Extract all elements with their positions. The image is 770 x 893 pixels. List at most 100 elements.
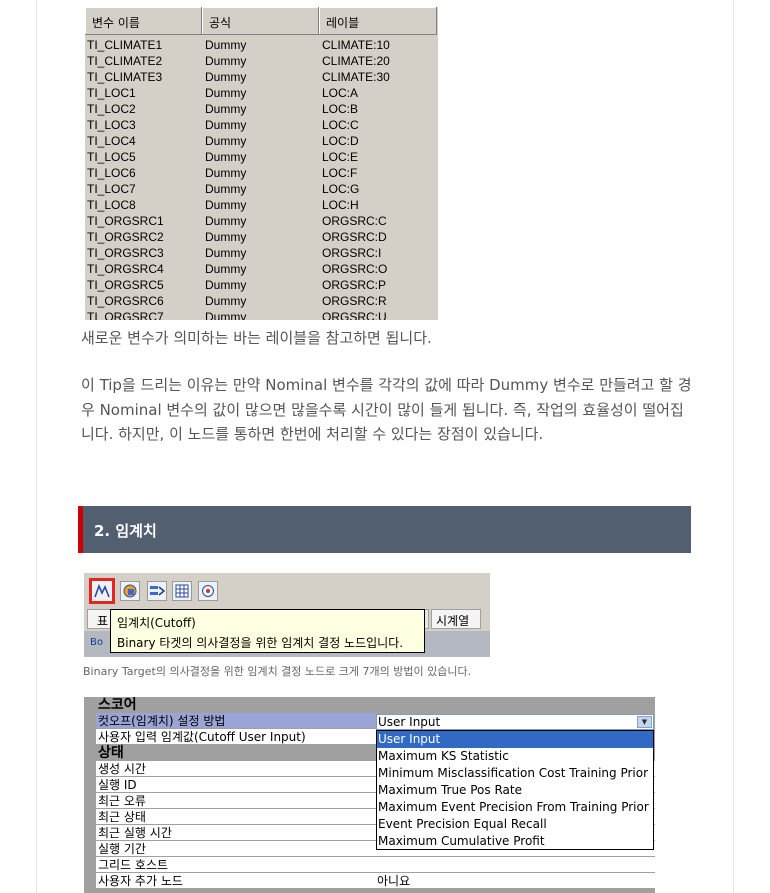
table-row[interactable]: TI_LOC6 Dummy LOC:F	[85, 165, 438, 181]
cell-variable-name: TI_ORGSRC4	[87, 262, 164, 276]
cell-formula: Dummy	[205, 294, 247, 308]
caption: Binary Target의 의사결정을 위한 임계치 결정 노드로 크게 7개…	[83, 665, 472, 678]
chart-icon[interactable]	[120, 581, 140, 601]
table-row[interactable]: TI_CLIMATE2 Dummy CLIMATE:20	[85, 53, 438, 69]
tab-timeseries[interactable]: 시계열	[431, 609, 481, 629]
section-heading: 2. 임계치	[78, 506, 691, 553]
paragraph-label-note: 새로운 변수가 의미하는 바는 레이블을 참고하면 됩니다.	[81, 329, 432, 347]
cutoff-method-select[interactable]: User Input ▼	[376, 714, 654, 730]
cell-label: ORGSRC:D	[322, 230, 387, 244]
cell-label: ORGSRC:U	[322, 310, 387, 320]
cell-label: ORGSRC:C	[322, 214, 387, 228]
chevron-down-icon[interactable]: ▼	[637, 716, 652, 728]
cell-variable-name: TI_ORGSRC7	[87, 310, 164, 320]
table-row[interactable]: TI_CLIMATE3 Dummy CLIMATE:30	[85, 69, 438, 85]
section-heading-text: 2. 임계치	[94, 522, 157, 540]
cell-formula: Dummy	[205, 230, 247, 244]
grid-icon[interactable]	[172, 581, 192, 601]
user-added-node-value: 아니요	[376, 873, 655, 888]
prop-row-user-added-node[interactable]: 사용자 추가 노드 아니요	[84, 873, 655, 889]
table-row[interactable]: TI_LOC2 Dummy LOC:B	[85, 101, 438, 117]
dropdown-option[interactable]: Event Precision Equal Recall	[377, 816, 653, 833]
table-row[interactable]: TI_ORGSRC4 Dummy ORGSRC:O	[85, 261, 438, 277]
run-duration-label: 실행 기간	[96, 841, 376, 856]
dropdown-option[interactable]: Maximum True Pos Rate	[377, 782, 653, 799]
cell-label: CLIMATE:10	[322, 38, 390, 52]
cell-label: LOC:F	[322, 166, 358, 180]
table-row[interactable]: TI_LOC4 Dummy LOC:D	[85, 133, 438, 149]
paragraph-tip-reason: 이 Tip을 드리는 이유는 만약 Nominal 변수를 각각의 값에 따라 …	[81, 376, 692, 443]
cell-formula: Dummy	[205, 54, 247, 68]
cell-formula: Dummy	[205, 166, 247, 180]
group-score-label: 스코어	[98, 697, 137, 713]
cell-formula: Dummy	[205, 38, 247, 52]
table-row[interactable]: TI_ORGSRC2 Dummy ORGSRC:D	[85, 229, 438, 245]
header-formula[interactable]: 공식	[202, 7, 319, 35]
cell-formula: Dummy	[205, 198, 247, 212]
cell-variable-name: TI_CLIMATE2	[87, 54, 163, 68]
cell-variable-name: TI_ORGSRC6	[87, 294, 164, 308]
created-time-label: 생성 시간	[96, 761, 376, 776]
prop-row-grid-host[interactable]: 그리드 호스트	[84, 857, 655, 873]
cell-variable-name: TI_CLIMATE1	[87, 38, 163, 52]
table-row[interactable]: TI_ORGSRC1 Dummy ORGSRC:C	[85, 213, 438, 229]
cell-variable-name: TI_LOC6	[87, 166, 136, 180]
table-row[interactable]: TI_ORGSRC6 Dummy ORGSRC:R	[85, 293, 438, 309]
cell-formula: Dummy	[205, 70, 247, 84]
table-row[interactable]: TI_ORGSRC3 Dummy ORGSRC:I	[85, 245, 438, 261]
header-label[interactable]: 레이블	[319, 7, 437, 35]
cell-variable-name: TI_LOC8	[87, 198, 136, 212]
cell-variable-name: TI_LOC1	[87, 86, 136, 100]
table-row[interactable]: TI_LOC1 Dummy LOC:A	[85, 85, 438, 101]
cell-variable-name: TI_LOC3	[87, 118, 136, 132]
cell-formula: Dummy	[205, 278, 247, 292]
cell-formula: Dummy	[205, 150, 247, 164]
tab-table[interactable]: 표	[87, 609, 111, 629]
cell-variable-name: TI_LOC2	[87, 102, 136, 116]
variable-table: 변수 이름 공식 레이블 TI_CLIMATE1 Dummy CLIMATE:10 T…	[84, 6, 438, 320]
cell-label: CLIMATE:20	[322, 54, 390, 68]
cutoff-method-options: User Input Maximum KS Statistic Minimum Mi…	[376, 730, 654, 850]
header-variable-name[interactable]: 변수 이름	[85, 7, 202, 35]
recent-status-label: 최근 상태	[96, 809, 376, 824]
cutoff-method-label: 컷오프(임계치) 설정 방법	[96, 713, 376, 728]
diagram-partial-label: Bo	[90, 637, 103, 648]
table-row[interactable]: TI_CLIMATE1 Dummy CLIMATE:10	[85, 37, 438, 53]
recent-error-label: 최근 오류	[96, 793, 376, 808]
dropdown-option[interactable]: User Input	[377, 731, 653, 748]
cell-formula: Dummy	[205, 118, 247, 132]
dropdown-option[interactable]: Maximum Cumulative Profit	[377, 833, 653, 850]
cell-variable-name: TI_LOC7	[87, 182, 136, 196]
cell-variable-name: TI_CLIMATE3	[87, 70, 163, 84]
cell-formula: Dummy	[205, 134, 247, 148]
cutoff-icon[interactable]	[89, 578, 115, 604]
table-row[interactable]: TI_LOC8 Dummy LOC:H	[85, 197, 438, 213]
cell-label: LOC:D	[322, 134, 359, 148]
transform-icon[interactable]	[147, 581, 167, 601]
cell-formula: Dummy	[205, 310, 247, 320]
dropdown-option[interactable]: Maximum KS Statistic	[377, 748, 653, 765]
cell-formula: Dummy	[205, 86, 247, 100]
tooltip-description: Binary 타겟의 의사결정을 위한 임계치 결정 노드입니다.	[117, 636, 404, 650]
table-row[interactable]: TI_LOC7 Dummy LOC:G	[85, 181, 438, 197]
dropdown-option[interactable]: Maximum Event Precision From Training Pr…	[377, 799, 653, 816]
target-icon[interactable]	[198, 581, 218, 601]
table-row[interactable]: TI_LOC5 Dummy LOC:E	[85, 149, 438, 165]
cell-variable-name: TI_LOC4	[87, 134, 136, 148]
table-header: 변수 이름 공식 레이블	[85, 7, 438, 35]
cell-label: LOC:H	[322, 198, 359, 212]
dropdown-option[interactable]: Minimum Misclassification Cost Training …	[377, 765, 653, 782]
cell-label: LOC:B	[322, 102, 359, 116]
cell-label: LOC:A	[322, 86, 359, 100]
table-row[interactable]: TI_ORGSRC5 Dummy ORGSRC:P	[85, 277, 438, 293]
tooltip-title: 임계치(Cutoff)	[117, 616, 196, 630]
user-added-node-label: 사용자 추가 노드	[96, 873, 376, 888]
cell-variable-name: TI_ORGSRC5	[87, 278, 164, 292]
table-row[interactable]: TI_LOC3 Dummy LOC:C	[85, 117, 438, 133]
page-border-left	[36, 0, 37, 893]
table-row[interactable]: TI_ORGSRC7 Dummy ORGSRC:U	[85, 309, 438, 320]
grid-host-value	[376, 857, 655, 872]
cell-formula: Dummy	[205, 246, 247, 260]
recent-run-time-label: 최근 실행 시간	[96, 825, 376, 840]
cell-formula: Dummy	[205, 214, 247, 228]
